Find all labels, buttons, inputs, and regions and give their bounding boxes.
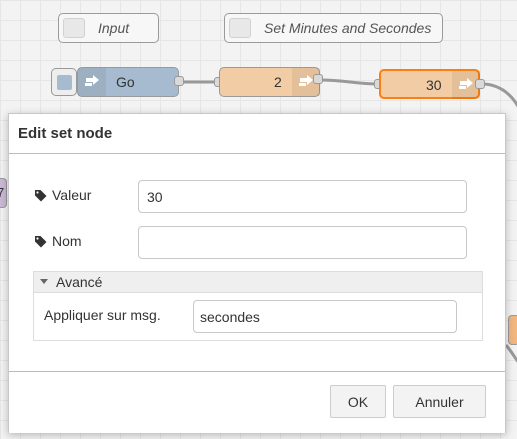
comment-label: Set Minutes and Secondes bbox=[264, 20, 432, 36]
comment-icon bbox=[63, 18, 85, 38]
node-label: Go bbox=[116, 74, 135, 90]
nom-input[interactable] bbox=[138, 226, 467, 259]
partial-node-right[interactable] bbox=[508, 315, 517, 345]
node-label: 2 bbox=[274, 74, 282, 90]
inject-node-go[interactable]: Go bbox=[77, 67, 179, 97]
msg-property-input[interactable] bbox=[193, 300, 457, 333]
dialog-title: Edit set node bbox=[9, 114, 505, 154]
partial-node-left[interactable]: 7 bbox=[0, 178, 7, 208]
dialog-footer: OK Annuler bbox=[9, 371, 505, 433]
comment-node-input[interactable]: Input bbox=[58, 13, 159, 43]
set-node-30[interactable]: 30 bbox=[379, 69, 480, 99]
valeur-label: Valeur bbox=[34, 187, 91, 203]
output-port[interactable] bbox=[174, 76, 184, 86]
wire-2-to-30 bbox=[319, 78, 380, 86]
valeur-input[interactable] bbox=[138, 180, 467, 213]
wire-30-out bbox=[484, 82, 517, 108]
tag-icon bbox=[35, 189, 47, 201]
comment-label: Input bbox=[98, 20, 130, 36]
nom-label: Nom bbox=[34, 233, 82, 249]
comment-icon bbox=[229, 18, 251, 38]
output-port[interactable] bbox=[313, 74, 323, 84]
wire-lower-right bbox=[504, 344, 517, 363]
advanced-section: Avancé Appliquer sur msg. bbox=[33, 271, 483, 341]
comment-node-set-minutes[interactable]: Set Minutes and Secondes bbox=[224, 13, 443, 43]
tag-icon bbox=[35, 235, 47, 247]
advanced-toggle[interactable]: Avancé bbox=[34, 272, 482, 293]
edit-node-dialog: Edit set node Valeur Nom Avancé Applique… bbox=[8, 113, 506, 433]
nom-label-text: Nom bbox=[52, 233, 82, 249]
node-label: 30 bbox=[426, 77, 442, 93]
partial-node-label: 7 bbox=[0, 185, 5, 200]
advanced-header-label: Avancé bbox=[56, 274, 103, 290]
apply-on-msg-label: Appliquer sur msg. bbox=[44, 307, 161, 323]
arrow-in-icon bbox=[78, 68, 106, 96]
inject-trigger-button[interactable] bbox=[51, 68, 77, 96]
output-port[interactable] bbox=[475, 79, 485, 89]
ok-button[interactable]: OK bbox=[330, 385, 386, 418]
caret-down-icon bbox=[40, 279, 48, 284]
cancel-button[interactable]: Annuler bbox=[393, 385, 486, 418]
valeur-label-text: Valeur bbox=[52, 187, 92, 203]
set-node-2[interactable]: 2 bbox=[219, 67, 320, 97]
